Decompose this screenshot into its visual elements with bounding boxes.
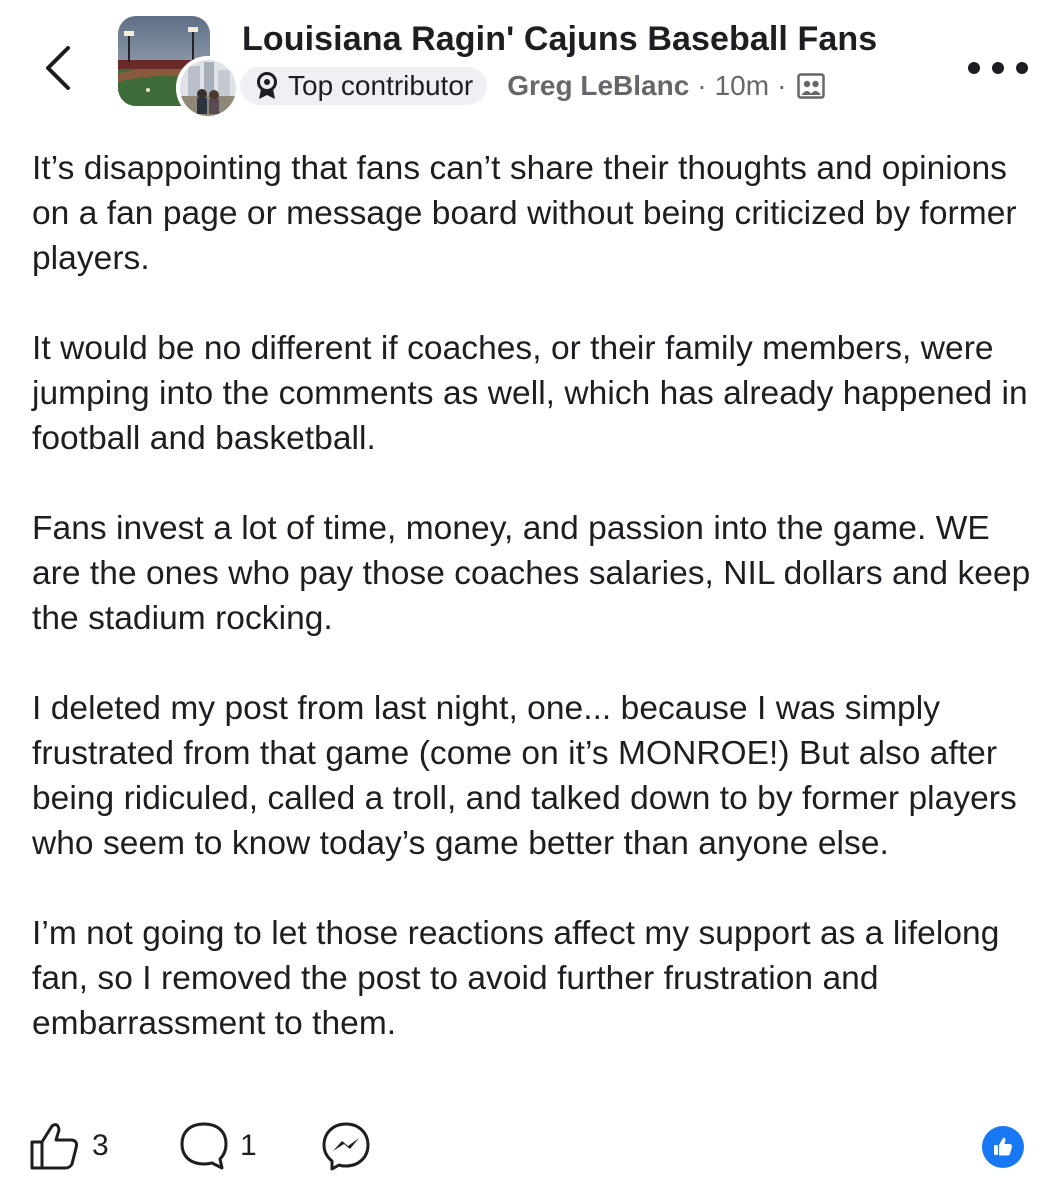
user-avatar[interactable] (176, 56, 240, 120)
separator-dot: · (697, 70, 707, 101)
avatar-group[interactable] (118, 16, 240, 120)
separator-dot: · (777, 70, 787, 101)
more-dots-icon (1016, 62, 1028, 74)
medal-icon (254, 71, 280, 101)
send-button[interactable] (320, 1116, 372, 1176)
post-time[interactable]: 10m (715, 70, 769, 102)
post-paragraph: It would be no different if coaches, or … (32, 330, 1028, 457)
like-button[interactable]: 3 (28, 1116, 109, 1176)
comment-count: 1 (240, 1129, 257, 1162)
back-button[interactable] (36, 38, 80, 98)
author-name[interactable]: Greg LeBlanc (507, 70, 689, 102)
more-dots-icon (968, 62, 980, 74)
post-header: Louisiana Ragin' Cajuns Baseball Fans To… (0, 0, 1052, 125)
more-dots-icon (992, 62, 1004, 74)
thumbs-up-icon (30, 1123, 78, 1170)
action-bar: 3 1 (28, 1116, 1028, 1176)
comment-button[interactable]: 1 (178, 1116, 257, 1176)
post-text: It’s disappointing that fans can’t share… (32, 146, 1032, 1046)
post-paragraph: I’m not going to let those reactions aff… (32, 915, 1000, 1042)
post-paragraph: Fans invest a lot of time, money, and pa… (32, 510, 1031, 637)
messenger-icon (322, 1122, 370, 1171)
post-meta: Top contributor Greg LeBlanc · 10m · (240, 66, 826, 106)
top-contributor-badge[interactable]: Top contributor (240, 67, 488, 105)
badge-label: Top contributor (288, 70, 474, 101)
chevron-left-icon (46, 46, 70, 90)
group-members-icon (796, 71, 826, 101)
more-options-button[interactable] (968, 50, 1028, 86)
post-paragraph: It’s disappointing that fans can’t share… (32, 150, 1017, 277)
comment-icon (180, 1122, 228, 1170)
like-reaction-icon[interactable] (982, 1126, 1024, 1168)
like-count: 3 (92, 1129, 109, 1162)
post-paragraph: I deleted my post from last night, one..… (32, 690, 1017, 862)
group-name[interactable]: Louisiana Ragin' Cajuns Baseball Fans (242, 20, 877, 59)
